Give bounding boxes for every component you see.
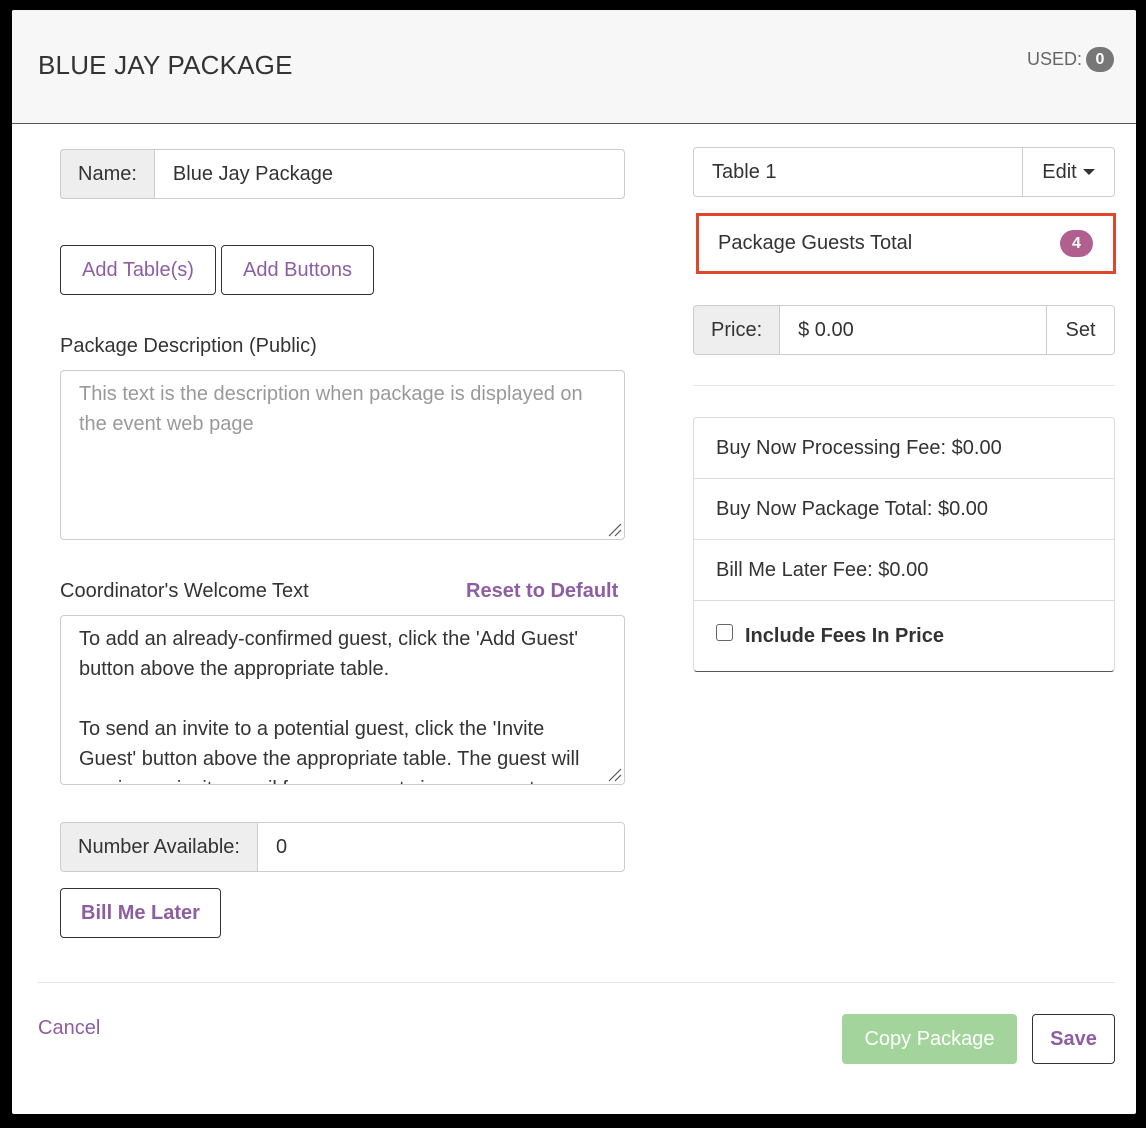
reset-to-default-link[interactable]: Reset to Default xyxy=(466,580,618,603)
price-label: Price: xyxy=(693,305,780,355)
include-fees-checkbox[interactable] xyxy=(716,623,733,641)
include-fees-label[interactable]: Include Fees In Price xyxy=(745,625,944,648)
fee-item-package-total: Buy Now Package Total: $0.00 xyxy=(694,479,1114,540)
resize-handle-icon[interactable] xyxy=(606,521,622,537)
welcome-label: Coordinator's Welcome Text xyxy=(60,580,309,602)
number-available-label: Number Available: xyxy=(60,822,257,872)
caret-down-icon xyxy=(1082,169,1095,175)
price-input[interactable]: $ 0.00 xyxy=(779,305,1047,355)
bill-me-later-button[interactable]: Bill Me Later xyxy=(60,888,221,938)
used-indicator: USED: 0 xyxy=(1027,47,1114,72)
description-placeholder: This text is the description when packag… xyxy=(79,383,583,435)
fee-list: Buy Now Processing Fee: $0.00 Buy Now Pa… xyxy=(693,417,1115,672)
resize-handle-icon[interactable] xyxy=(606,766,622,782)
fee-item-bill-later: Bill Me Later Fee: $0.00 xyxy=(694,540,1114,601)
save-button[interactable]: Save xyxy=(1032,1014,1115,1064)
welcome-text: To add an already-confirmed guest, click… xyxy=(79,628,580,784)
add-buttons-button[interactable]: Add Buttons xyxy=(221,245,374,295)
package-guests-total: Package Guests Total 4 xyxy=(696,213,1116,274)
footer-divider xyxy=(38,982,1115,983)
name-label: Name: xyxy=(60,149,154,199)
edit-dropdown-button[interactable]: Edit xyxy=(1023,147,1115,197)
guests-total-label: Package Guests Total xyxy=(718,232,913,254)
welcome-textarea[interactable]: To add an already-confirmed guest, click… xyxy=(60,615,625,785)
add-tables-button[interactable]: Add Table(s) xyxy=(60,245,216,295)
description-label: Package Description (Public) xyxy=(60,335,317,357)
used-label: USED: xyxy=(1026,49,1082,69)
modal-header: BLUE JAY PACKAGE USED: 0 xyxy=(12,10,1136,124)
modal-title: BLUE JAY PACKAGE xyxy=(38,50,293,80)
divider xyxy=(693,385,1115,386)
name-input-group: Name: Blue Jay Package xyxy=(60,149,625,199)
include-fees-row: Include Fees In Price xyxy=(694,601,1114,671)
table-select-value[interactable]: Table 1 xyxy=(693,147,1023,197)
set-price-button[interactable]: Set xyxy=(1047,305,1115,355)
description-textarea[interactable]: This text is the description when packag… xyxy=(60,370,625,540)
edit-label: Edit xyxy=(1042,160,1077,183)
number-available-group: Number Available: 0 xyxy=(60,822,625,872)
fee-item-processing: Buy Now Processing Fee: $0.00 xyxy=(694,418,1114,479)
guests-total-badge: 4 xyxy=(1060,230,1093,257)
copy-package-button[interactable]: Copy Package xyxy=(842,1014,1017,1064)
used-count-badge: 0 xyxy=(1086,47,1114,72)
cancel-link[interactable]: Cancel xyxy=(38,1017,100,1040)
table-select: Table 1 Edit xyxy=(693,147,1115,197)
number-available-input[interactable]: 0 xyxy=(256,822,625,872)
package-modal: BLUE JAY PACKAGE USED: 0 Name: Blue Jay … xyxy=(12,10,1136,1114)
name-input[interactable]: Blue Jay Package xyxy=(153,149,625,199)
price-input-group: Price: $ 0.00 Set xyxy=(693,305,1115,355)
